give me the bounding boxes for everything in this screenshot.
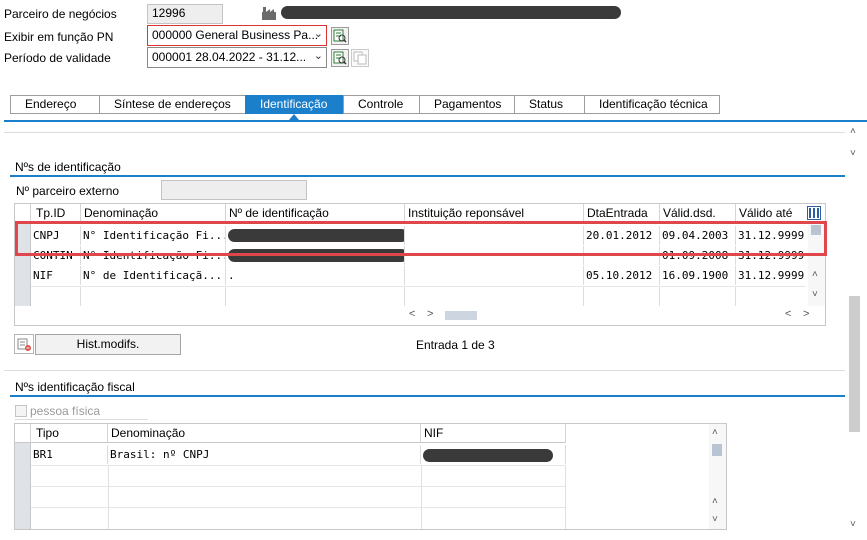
bp-number-field[interactable]: 12996 [147,4,223,24]
tab-strip: Endereço Síntese de endereços Identifica… [10,95,720,114]
change-validity-icon[interactable] [331,49,349,67]
col-header-tipo[interactable]: Tipo [31,424,108,442]
cell-valid-from: 16.09.1900 [660,266,736,285]
tab-identificacao-tecnica[interactable]: Identificação técnica [584,95,720,114]
cell-entry-date: 05.10.2012 [584,266,660,285]
tab-content-border [4,120,867,122]
tax-table: Tipo Denominação NIF BR1 Brasil: nº CNPJ… [14,423,727,530]
scroll-down-icon[interactable]: ˅ [712,514,718,525]
cell-institution [405,266,584,285]
col-header-id-number[interactable]: Nº de identificação [226,204,405,222]
table-row[interactable]: NIF N° de Identificaçã... . 05.10.2012 1… [31,266,806,285]
change-role-icon[interactable] [331,27,349,45]
tab-pagamentos[interactable]: Pagamentos [419,95,514,114]
cell-type: NIF [31,266,81,285]
col-header-entry-date[interactable]: DtaEntrada [584,204,660,222]
scroll-thumb[interactable] [712,444,722,456]
scroll-up-icon[interactable]: ˄ [812,269,818,280]
col-header-institution[interactable]: Instituição reponsável [405,204,584,222]
scroll-left-icon[interactable]: < [409,308,415,320]
tab-endereco[interactable]: Endereço [10,95,99,114]
section-divider [4,132,845,133]
cell-id-number: . [226,266,405,285]
scroll-up-icon[interactable]: ˄ [850,126,856,137]
col-header-type[interactable]: Tp.ID [31,204,81,222]
ids-table-hscroll[interactable]: < > < > [405,307,825,325]
col-header-denominacao[interactable]: Denominação [81,204,226,222]
col-header-denominacao[interactable]: Denominação [108,424,421,442]
scroll-up-icon[interactable]: ˄ [712,496,718,507]
scroll-right-icon[interactable]: > [803,308,809,320]
role-dropdown[interactable]: 000000 General Business Pa... ⌄ [147,25,327,46]
col-header-valid-from[interactable]: Válid.dsd. [660,204,736,222]
hist-modifs-button[interactable]: Hist.modifs. [35,334,181,355]
empty-rows [31,465,566,529]
tax-section-title: Nºs identificação fiscal [15,380,135,394]
ids-section-line [10,175,845,177]
tax-section-line [10,395,845,397]
cell-tipo: BR1 [31,445,108,464]
cell-nif [421,445,566,464]
role-label: Exibir em função PN [4,30,114,44]
scroll-left-icon[interactable]: < [785,308,791,320]
row-select-header[interactable] [15,204,31,222]
delete-row-icon[interactable] [14,334,34,354]
validity-dropdown[interactable]: 000001 28.04.2022 - 31.12... ⌄ [147,47,327,68]
page-scrollbar[interactable]: ˄ ˅ ˅ [848,124,863,534]
scroll-up-icon[interactable]: ˅ [850,148,856,159]
entry-counter: Entrada 1 de 3 [416,338,495,352]
natural-person-label: pessoa física [30,404,101,418]
copy-icon[interactable] [351,49,369,67]
scroll-up-icon[interactable]: ˄ [712,427,718,438]
active-tab-pointer [289,114,299,120]
chevron-down-icon: ⌄ [313,50,323,62]
row-highlight-box [15,221,827,256]
scroll-down-icon[interactable]: ˅ [850,519,856,530]
chevron-down-icon: ⌄ [313,28,323,40]
role-dropdown-value: 000000 General Business Pa... [152,28,319,42]
col-header-valid-to[interactable]: Válido até [736,204,806,222]
cell-denominacao: N° de Identificaçã... [81,266,226,285]
tab-status[interactable]: Status [514,95,584,114]
header-divider [15,442,566,443]
col-header-nif[interactable]: NIF [421,424,566,442]
bp-name-redacted [281,6,621,19]
ids-section-title: Nºs de identificação [15,160,121,174]
table-row[interactable]: BR1 Brasil: nº CNPJ [31,445,566,464]
scroll-down-icon[interactable]: ˅ [812,289,818,300]
natural-person-checkbox[interactable] [15,405,27,417]
validity-dropdown-value: 000001 28.04.2022 - 31.12... [152,50,307,64]
bp-label: Parceiro de negócios [4,7,117,21]
tab-identificacao[interactable]: Identificação [245,95,343,114]
row-selector-column[interactable] [15,443,31,529]
table-row-empty [31,286,806,306]
ext-partner-field[interactable] [161,180,307,200]
scroll-thumb[interactable] [849,296,860,432]
scroll-right-icon[interactable]: > [427,308,433,320]
validity-label: Período de validade [4,51,111,65]
cell-denominacao: Brasil: nº CNPJ [108,445,421,464]
tax-table-vscroll[interactable]: ˄ ˄ ˅ [709,424,726,529]
factory-icon [261,6,277,21]
tab-controle[interactable]: Controle [343,95,419,114]
scroll-thumb[interactable] [445,311,477,320]
row-select-header[interactable] [15,424,31,442]
natural-person-checkbox-row[interactable]: pessoa física [15,403,148,420]
section-divider [4,370,845,371]
cell-valid-to: 31.12.9999 [738,269,805,282]
tab-sintese-enderecos[interactable]: Síntese de endereços [99,95,245,114]
ext-partner-label: Nº parceiro externo [16,184,120,198]
table-settings-icon[interactable] [807,206,821,220]
